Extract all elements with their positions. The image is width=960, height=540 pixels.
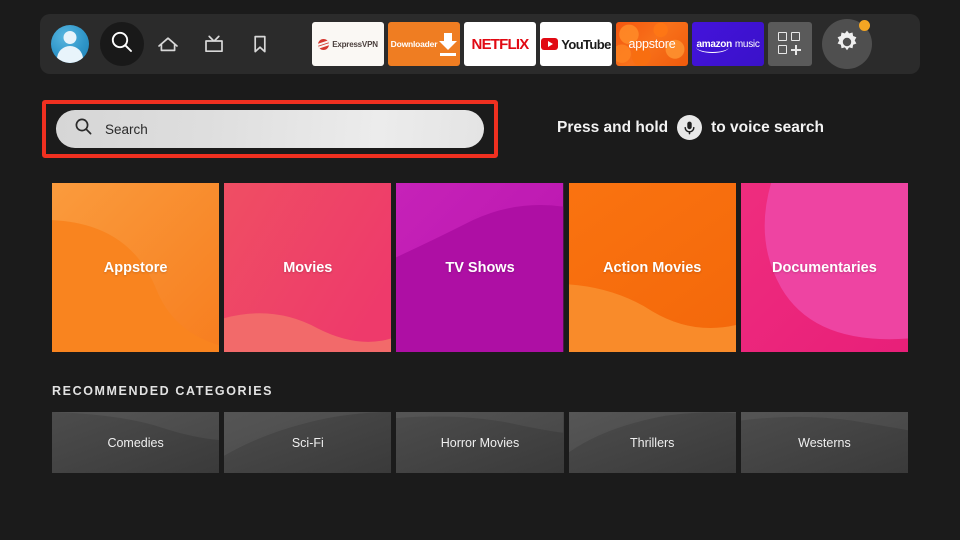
app-tile-amazon-music[interactable]: amazon music [692,22,764,66]
category-tile-action-movies[interactable]: Action Movies [568,183,736,352]
download-arrow-icon [439,32,458,56]
recommended-tile-sci-fi[interactable]: Sci-Fi [224,412,392,473]
nav-live-tv-button[interactable] [192,22,236,66]
category-tile-label: Documentaries [772,259,877,276]
category-tile-label: Action Movies [603,259,702,276]
gear-icon [833,28,861,61]
recommended-tile-label: Sci-Fi [291,435,324,450]
category-tile-tv-shows[interactable]: TV Shows [396,183,564,352]
voice-hint-text-before: Press and hold [557,118,669,136]
voice-hint-text-after: to voice search [711,118,824,136]
voice-search-hint: Press and hold to voice search [557,115,824,140]
recommended-tile-horror-movies[interactable]: Horror Movies [396,412,564,473]
app-label-youtube: YouTube [561,36,611,52]
app-label-music: music [734,38,760,50]
settings-notification-badge [859,20,870,31]
app-tile-netflix[interactable]: NETFLIX [464,22,536,66]
recommended-tile-label: Thrillers [629,435,675,450]
nav-watchlist-button[interactable] [238,22,282,66]
bookmark-icon [249,33,271,55]
nav-primary-icons [40,14,282,74]
category-tile-label: TV Shows [445,259,515,276]
fire-tv-home-screen: ExpressVPN Downloader NETFLIX YouTube ap… [0,0,960,540]
app-label-netflix: NETFLIX [471,35,530,53]
apps-grid-icon [778,32,802,56]
recommended-tiles-row: Comedies Sci-Fi Horror Movies Thrillers … [52,412,909,473]
microphone-icon [677,115,703,140]
recommended-tile-comedies[interactable]: Comedies [52,412,220,473]
nav-search-button[interactable] [100,22,144,66]
expressvpn-logo-icon [318,38,330,50]
search-icon [109,29,135,60]
settings-button[interactable] [820,17,874,71]
youtube-play-icon [541,38,559,50]
recommended-tile-thrillers[interactable]: Thrillers [568,412,736,473]
nav-home-button[interactable] [146,22,190,66]
recommended-section-title: RECOMMENDED CATEGORIES [52,384,274,398]
search-field-icon [74,117,93,141]
recommended-tile-westerns[interactable]: Westerns [740,412,909,473]
tv-icon [202,33,226,55]
category-tiles-row: Appstore Movies TV Shows Action Movies D… [52,183,909,352]
recommended-tile-label: Horror Movies [440,435,520,450]
home-icon [156,33,180,55]
avatar-icon [51,25,89,63]
category-tile-appstore[interactable]: Appstore [52,183,220,352]
app-tile-expressvpn[interactable]: ExpressVPN [312,22,384,66]
app-label-downloader: Downloader [390,39,438,49]
app-label-expressvpn: ExpressVPN [332,39,378,49]
app-tile-appstore[interactable]: appstore [616,22,688,66]
top-navigation-bar: ExpressVPN Downloader NETFLIX YouTube ap… [40,14,920,74]
search-placeholder-text: Search [105,121,148,137]
app-label-appstore: appstore [628,37,676,51]
app-tile-youtube[interactable]: YouTube [540,22,612,66]
recommended-tile-label: Comedies [107,435,164,450]
app-tile-downloader[interactable]: Downloader [388,22,460,66]
recommended-tile-label: Westerns [798,435,851,450]
app-shortcut-row: ExpressVPN Downloader NETFLIX YouTube ap… [312,14,874,74]
apps-grid-button[interactable] [768,22,812,66]
profile-avatar[interactable] [48,22,92,66]
search-input[interactable]: Search [56,110,484,148]
amazon-smile-icon [696,47,730,53]
category-tile-label: Appstore [103,259,168,276]
category-tile-label: Movies [283,259,333,276]
category-tile-movies[interactable]: Movies [224,183,392,352]
category-tile-documentaries[interactable]: Documentaries [740,183,909,352]
